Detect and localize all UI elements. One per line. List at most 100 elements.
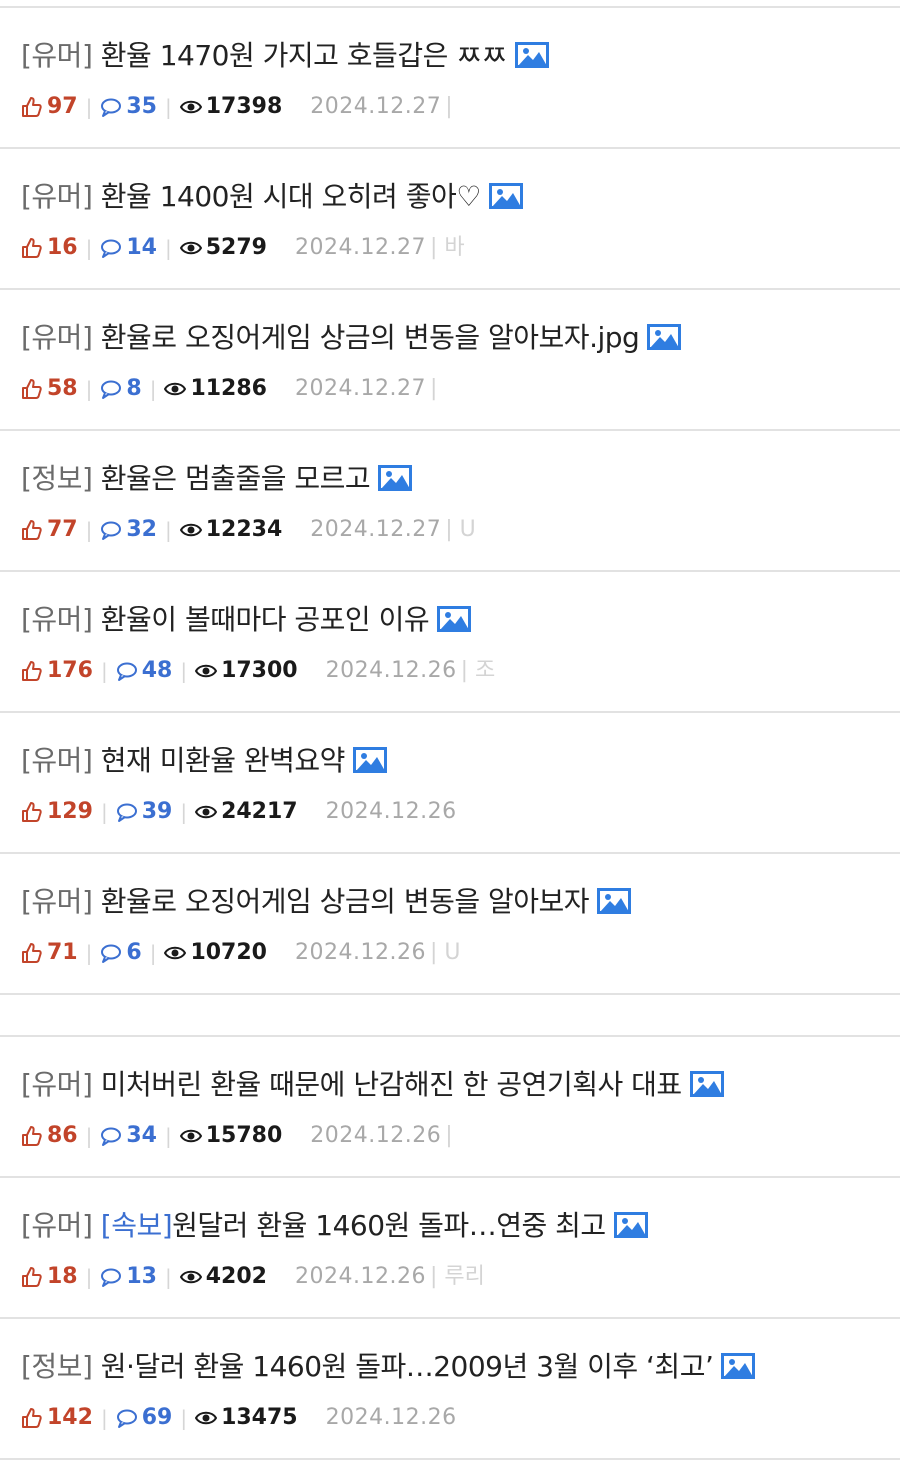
- post-date: 2024.12.27: [310, 94, 442, 119]
- post-title[interactable]: [유머] 환율이 볼때마다 공포인 이유: [21, 602, 472, 638]
- post-title[interactable]: [정보] 환율은 멈출줄을 모르고: [21, 461, 413, 497]
- post-title[interactable]: [유머] 현재 미환율 완벽요약: [21, 743, 387, 779]
- comment-count: 48: [141, 658, 173, 683]
- post-title[interactable]: [유머] [속보]원달러 환율 1460원 돌파…연중 최고: [21, 1208, 648, 1244]
- view-count: 5279: [205, 235, 267, 260]
- post-title-text: 환율 1400원 시대 오히려 좋아♡: [100, 180, 482, 213]
- thumbs-up-icon: [22, 1408, 42, 1428]
- post-meta: 142 | 69 | 13475 2024.12.26: [21, 1403, 461, 1433]
- image-icon: [597, 888, 632, 914]
- list-item[interactable]: [유머] 환율이 볼때마다 공포인 이유 176 | 48 | 17300 20…: [0, 572, 900, 713]
- post-title[interactable]: [유머] 미처버린 환율 때문에 난감해진 한 공연기획사 대표: [21, 1067, 724, 1103]
- post-meta: 129 | 39 | 24217 2024.12.26: [21, 797, 461, 827]
- thumbs-up-icon: [22, 1267, 42, 1287]
- divider: |: [100, 800, 108, 824]
- post-title[interactable]: [정보] 원·달러 환율 1460원 돌파…2009년 3월 이후 ‘최고’: [21, 1349, 756, 1385]
- list-item[interactable]: [유머] 환율 1400원 시대 오히려 좋아♡ 16 | 14 | 5279 …: [0, 149, 900, 290]
- speech-bubble-icon: [101, 1127, 122, 1146]
- view-count: 12234: [205, 517, 283, 542]
- post-date: 2024.12.26: [325, 658, 457, 683]
- view-count: 13475: [221, 1405, 298, 1430]
- image-icon: [352, 747, 387, 773]
- view-count: 17398: [205, 94, 283, 119]
- post-title-text: 환율이 볼때마다 공포인 이유: [100, 603, 430, 636]
- divider: |: [85, 518, 93, 542]
- view-count: 17300: [221, 658, 298, 683]
- like-count: 77: [47, 517, 78, 542]
- post-title-text: 환율은 멈출줄을 모르고: [100, 462, 371, 495]
- image-icon: [378, 465, 413, 491]
- like-count: 176: [47, 658, 93, 683]
- list-item[interactable]: [정보] 원·달러 환율 1460원 돌파…2009년 3월 이후 ‘최고’ 1…: [0, 1319, 900, 1460]
- divider: |: [85, 95, 93, 119]
- post-author: | 바: [429, 235, 465, 260]
- post-meta: 176 | 48 | 17300 2024.12.26 | 조: [21, 656, 495, 686]
- post-date: 2024.12.26: [325, 799, 457, 824]
- like-count: 71: [47, 940, 78, 965]
- like-count: 142: [47, 1405, 93, 1430]
- post-title-text: 환율로 오징어게임 상금의 변동을 알아보자.jpg: [100, 321, 640, 354]
- image-icon: [689, 1071, 724, 1097]
- image-icon: [613, 1212, 648, 1238]
- post-date: 2024.12.27: [294, 235, 426, 260]
- post-title[interactable]: [유머] 환율로 오징어게임 상금의 변동을 알아보자.jpg: [21, 320, 682, 356]
- post-author: | 조: [460, 658, 496, 683]
- post-date: 2024.12.26: [294, 1264, 426, 1289]
- divider: |: [100, 659, 108, 683]
- post-title[interactable]: [유머] 환율로 오징어게임 상금의 변동을 알아보자: [21, 884, 632, 920]
- post-category: [유머]: [21, 744, 93, 777]
- post-category: [유머]: [21, 1209, 93, 1242]
- post-meta: 77 | 32 | 12234 2024.12.27 | U: [21, 515, 476, 545]
- view-count: 15780: [205, 1123, 283, 1148]
- speech-bubble-icon: [101, 380, 122, 399]
- view-count: 11286: [190, 376, 267, 401]
- post-date: 2024.12.26: [325, 1405, 457, 1430]
- list-item[interactable]: [유머] 환율 1470원 가지고 호들갑은 ㅉㅉ 97 | 35 | 1739…: [0, 8, 900, 149]
- post-meta: 86 | 34 | 15780 2024.12.26 |: [21, 1121, 453, 1151]
- eye-icon: [195, 805, 218, 819]
- comment-count: 13: [126, 1264, 157, 1289]
- post-title-text: 미처버린 환율 때문에 난감해진 한 공연기획사 대표: [100, 1068, 682, 1101]
- list-item[interactable]: [정보] 환율은 멈출줄을 모르고 77 | 32 | 12234 2024.1…: [0, 431, 900, 572]
- eye-icon: [179, 100, 202, 114]
- list-item[interactable]: [유머] 환율로 오징어게임 상금의 변동을 알아보자 71 | 6 | 107…: [0, 854, 900, 995]
- divider: |: [165, 518, 172, 542]
- post-title-text: 원·달러 환율 1460원 돌파…2009년 3월 이후 ‘최고’: [100, 1350, 714, 1383]
- comment-count: 39: [141, 799, 173, 824]
- list-item[interactable]: [유머] 현재 미환율 완벽요약 129 | 39 | 24217 2024.1…: [0, 713, 900, 854]
- thumbs-up-icon: [22, 943, 42, 963]
- divider: |: [85, 941, 93, 965]
- like-count: 58: [47, 376, 78, 401]
- post-meta: 71 | 6 | 10720 2024.12.26 | U: [21, 938, 460, 968]
- eye-icon: [179, 1129, 202, 1143]
- thumbs-up-icon: [22, 1126, 42, 1146]
- post-title-text: 현재 미환율 완벽요약: [100, 744, 346, 777]
- post-title-text: 환율로 오징어게임 상금의 변동을 알아보자: [100, 885, 590, 918]
- speech-bubble-icon: [101, 944, 122, 963]
- speech-bubble-icon: [101, 521, 122, 540]
- post-author: |: [445, 94, 453, 119]
- comment-count: 34: [126, 1123, 157, 1148]
- post-title[interactable]: [유머] 환율 1470원 가지고 호들갑은 ㅉㅉ: [21, 38, 549, 74]
- speech-bubble-icon: [101, 239, 122, 258]
- divider: |: [165, 1124, 172, 1148]
- list-item[interactable]: [유머] 미처버린 환율 때문에 난감해진 한 공연기획사 대표 86 | 34…: [0, 1037, 900, 1178]
- post-category: [유머]: [21, 885, 93, 918]
- divider: [0, 0, 900, 8]
- speech-bubble-icon: [116, 1409, 137, 1428]
- image-icon: [514, 42, 549, 68]
- eye-icon: [179, 523, 202, 537]
- eye-icon: [164, 946, 187, 960]
- post-author: | 루리: [429, 1264, 485, 1289]
- post-category: [유머]: [21, 603, 93, 636]
- post-author: | U: [429, 940, 461, 965]
- divider: |: [165, 236, 172, 260]
- list-item[interactable]: [유머] [속보]원달러 환율 1460원 돌파…연중 최고 18 | 13 |…: [0, 1178, 900, 1319]
- list-item[interactable]: [유머] 환율로 오징어게임 상금의 변동을 알아보자.jpg 58 | 8 |…: [0, 290, 900, 431]
- divider: |: [165, 95, 172, 119]
- post-meta: 58 | 8 | 11286 2024.12.27 |: [21, 374, 437, 404]
- thumbs-up-icon: [22, 238, 42, 258]
- thumbs-up-icon: [22, 520, 42, 540]
- thumbs-up-icon: [22, 802, 42, 822]
- post-title[interactable]: [유머] 환율 1400원 시대 오히려 좋아♡: [21, 179, 523, 215]
